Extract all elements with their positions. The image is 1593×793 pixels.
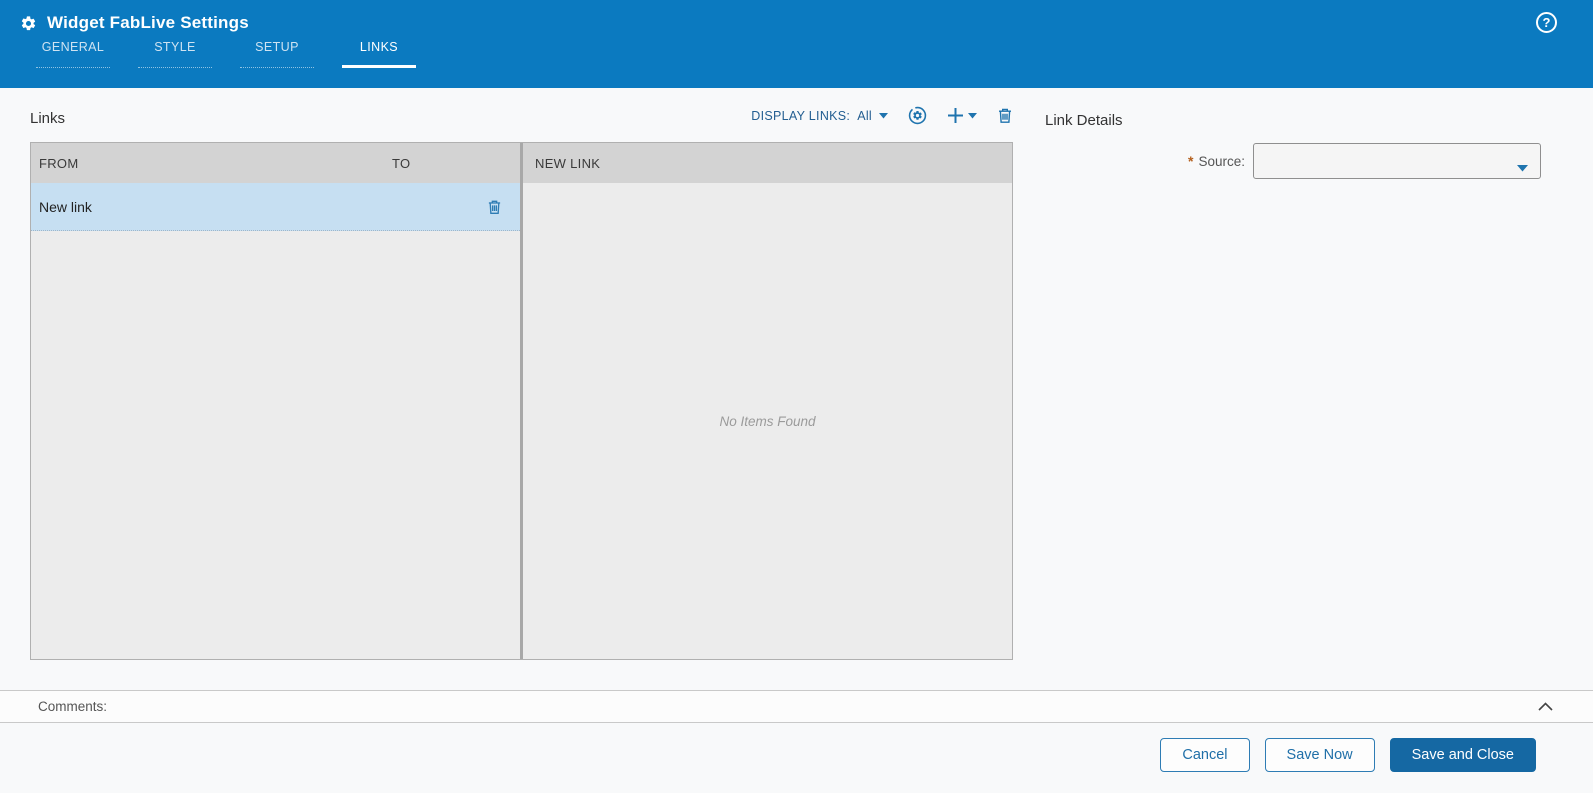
dialog-content: Links DISPLAY LINKS: All FROM TO New lin… xyxy=(0,88,1593,793)
links-table-right-pane: NEW LINK No Items Found xyxy=(523,143,1012,659)
chevron-down-icon xyxy=(968,112,977,119)
save-now-button[interactable]: Save Now xyxy=(1264,738,1375,772)
tab-setup[interactable]: SETUP xyxy=(240,40,314,68)
links-table: FROM TO New link NEW LINK No Items Found xyxy=(30,142,1013,660)
table-row[interactable]: New link xyxy=(31,183,520,231)
links-section-title: Links xyxy=(30,110,66,127)
tab-general[interactable]: GENERAL xyxy=(36,40,110,68)
source-label: * Source: xyxy=(1188,153,1245,169)
column-header-from: FROM xyxy=(39,155,79,171)
comments-label: Comments: xyxy=(38,699,108,714)
left-pane-body xyxy=(31,231,520,659)
tab-style[interactable]: STYLE xyxy=(138,40,212,68)
source-field-row: * Source: xyxy=(1045,143,1541,179)
delete-link-button[interactable] xyxy=(997,107,1013,124)
display-links-value: All xyxy=(857,108,872,123)
comments-bar: Comments: xyxy=(0,690,1593,723)
save-and-close-button[interactable]: Save and Close xyxy=(1389,738,1536,772)
source-select[interactable] xyxy=(1253,143,1541,179)
plus-icon xyxy=(947,107,964,124)
auto-link-settings-icon[interactable] xyxy=(908,106,927,125)
tab-links[interactable]: LINKS xyxy=(342,40,416,68)
help-glyph: ? xyxy=(1542,15,1551,30)
links-toolbar: DISPLAY LINKS: All xyxy=(751,106,1013,125)
column-header-to: TO xyxy=(392,155,411,171)
empty-state: No Items Found xyxy=(523,183,1012,659)
row-delete-icon[interactable] xyxy=(487,199,502,215)
new-link-header: NEW LINK xyxy=(523,143,1012,183)
chevron-up-icon[interactable] xyxy=(1538,702,1553,711)
gear-icon xyxy=(20,15,37,32)
source-label-text: Source: xyxy=(1198,153,1245,169)
chevron-down-icon xyxy=(1517,159,1528,177)
links-table-left-pane: FROM TO New link xyxy=(31,143,520,659)
help-icon[interactable]: ? xyxy=(1536,12,1557,33)
link-row-label: New link xyxy=(39,198,92,215)
dialog-header: Widget FabLive Settings ? GENERAL STYLE … xyxy=(0,0,1593,88)
display-links-dropdown[interactable]: DISPLAY LINKS: All xyxy=(751,109,888,123)
display-links-label: DISPLAY LINKS: xyxy=(751,108,851,123)
links-table-header: FROM TO xyxy=(31,143,520,183)
empty-state-message: No Items Found xyxy=(719,413,816,429)
chevron-down-icon xyxy=(879,112,888,119)
add-link-button[interactable] xyxy=(947,107,977,124)
required-marker: * xyxy=(1188,153,1194,169)
cancel-button[interactable]: Cancel xyxy=(1160,738,1250,772)
footer-actions: Cancel Save Now Save and Close xyxy=(1160,738,1536,772)
header-title-row: Widget FabLive Settings xyxy=(0,0,1593,34)
column-header-new-link: NEW LINK xyxy=(535,155,601,171)
link-details-title: Link Details xyxy=(1045,112,1123,129)
tab-bar: GENERAL STYLE SETUP LINKS xyxy=(36,40,1593,68)
dialog-title: Widget FabLive Settings xyxy=(47,13,249,32)
